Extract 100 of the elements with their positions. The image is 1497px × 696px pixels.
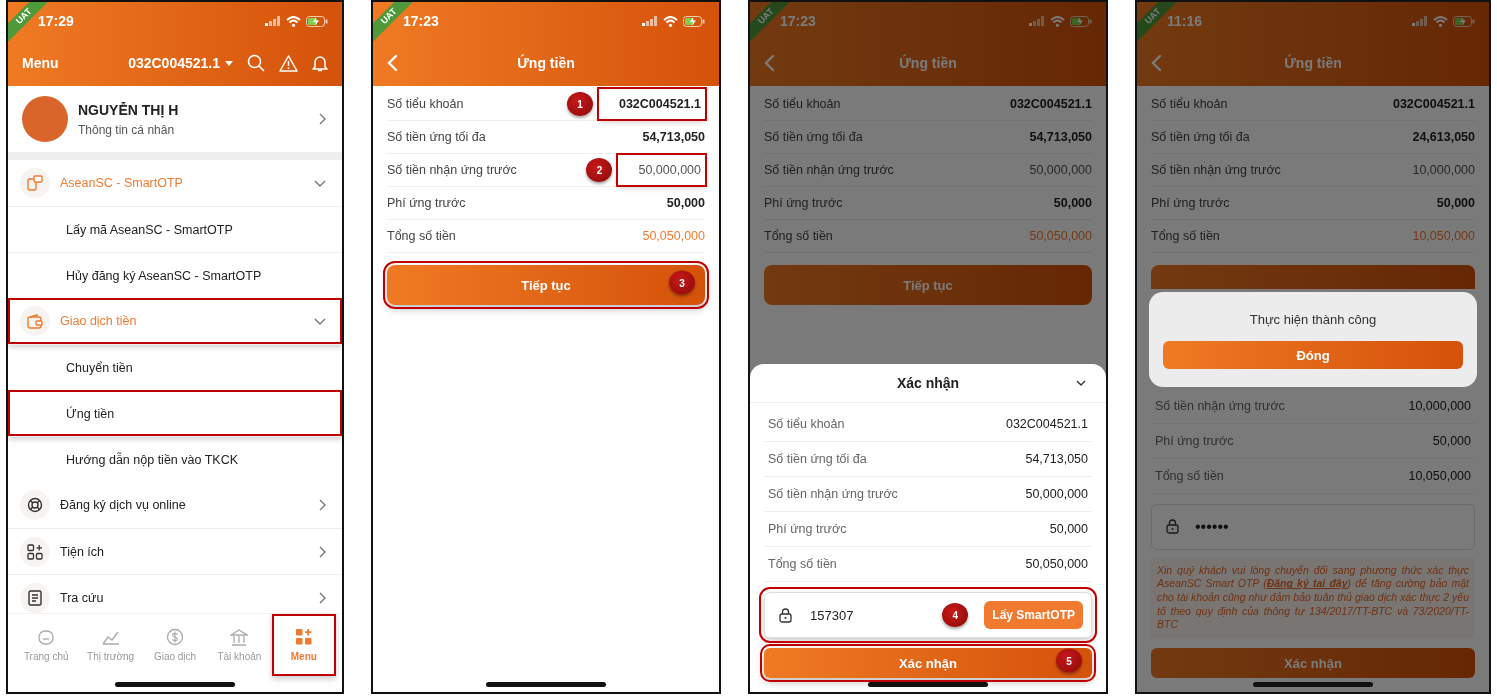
document-icon	[28, 589, 42, 606]
wallet-icon	[27, 313, 43, 329]
nav-subitem[interactable]: Ứng tiền	[8, 390, 342, 436]
field-label: Số tiền nhận ứng trước	[764, 163, 895, 177]
menu-item-label: Đăng ký dịch vụ online	[60, 498, 187, 512]
tab-item[interactable]: Thị trường	[78, 614, 143, 676]
otp-input[interactable]: 157307	[808, 606, 927, 624]
lock-icon	[1166, 519, 1179, 535]
confirm-button[interactable]: Xác nhận	[1151, 648, 1475, 678]
chevron-down-icon	[314, 317, 326, 325]
field-value: 50,000,000	[1025, 487, 1088, 501]
nav-group-item[interactable]: Đăng ký dịch vụ online	[8, 482, 342, 528]
profile-subtitle: Thông tin cá nhân	[78, 122, 176, 137]
tab-item[interactable]: Tài khoản	[207, 614, 272, 676]
field-value: 54,713,050	[1025, 452, 1088, 466]
wifi-icon	[286, 15, 301, 27]
field-value: 50,000	[1436, 196, 1475, 210]
lifebuoy-icon	[27, 497, 43, 513]
step-marker: 4	[942, 603, 969, 627]
notice-text: Xin quý khách vui lòng chuyển đổi sang phương thức xác thực AseanSC Smart OTP (Đăng ký tại đây) để tăng cường bảo mật cho tài khoản cũng như đảm bảo tuân thủ giao dịch xác thực 2 yếu tố theo quy định của thông tư 134/2017/TT-BTC và 73/2020/TT-BTC	[1151, 557, 1475, 638]
chevron-down-icon[interactable]	[1076, 380, 1086, 386]
tab-item[interactable]: Trang chủ	[14, 614, 79, 676]
back-icon[interactable]	[387, 54, 398, 72]
chevron-right-icon	[319, 113, 326, 125]
field-label: Số tiền ứng tối đa	[768, 452, 867, 466]
field-label: Phí ứng trước	[1151, 196, 1231, 210]
amount-field[interactable]: 50,000,000	[618, 155, 705, 185]
nav-group-item[interactable]: AseanSC - SmartOTP	[8, 160, 342, 206]
grid-plus-icon	[294, 628, 313, 646]
nav-group-item[interactable]: Tiện ích	[8, 528, 342, 574]
account-selector[interactable]: 032C004521.1	[128, 55, 233, 71]
amount-field[interactable]: 10,000,000	[1412, 163, 1475, 177]
field-value: 50,000	[1049, 522, 1088, 536]
field-label: Số tiểu khoản	[387, 97, 465, 111]
nav-group-item[interactable]: Giao dịch tiền	[8, 298, 342, 344]
home-icon	[37, 628, 56, 646]
field-label: Số tiểu khoản	[768, 417, 845, 431]
menu-item-label: Giao dịch tiền	[60, 314, 138, 328]
profile-row[interactable]: NGUYỄN THỊ H Thông tin cá nhân	[8, 86, 342, 152]
battery-icon	[1453, 15, 1475, 27]
field-label: Tổng số tiền	[1155, 468, 1224, 483]
field-value: 10,050,000	[1412, 229, 1475, 243]
register-link[interactable]: Đăng ký tại đây	[1266, 577, 1348, 590]
back-icon[interactable]	[1151, 54, 1162, 72]
field-label: Số tiền nhận ứng trước	[387, 163, 518, 177]
nav-subitem[interactable]: Hướng dẫn nộp tiền vào TKCK	[8, 436, 342, 482]
grid-plus-icon	[27, 543, 43, 560]
warning-icon[interactable]	[279, 54, 298, 72]
menu-item-label: Tiện ích	[60, 544, 105, 559]
header-title: Ứng tiền	[517, 55, 575, 71]
field-label: Phí ứng trước	[764, 196, 844, 210]
status-time: 11:16	[1167, 13, 1203, 29]
field-label: Số tiền ứng tối đa	[387, 130, 487, 144]
signal-icon	[642, 16, 658, 26]
password-field[interactable]: ••••••	[1151, 503, 1475, 550]
field-label: Số tiểu khoản	[1151, 97, 1229, 111]
menu-item-label: Tra cứu	[60, 590, 105, 605]
field-label: Tổng số tiền	[768, 557, 837, 571]
chevron-right-icon	[319, 499, 326, 511]
field-label: Tổng số tiền	[1151, 229, 1221, 243]
header-title: Menu	[22, 55, 59, 71]
nav-subitem[interactable]: Hủy đăng ký AseanSC - SmartOTP	[8, 252, 342, 298]
battery-icon	[1070, 15, 1092, 27]
field-label: Tổng số tiền	[387, 229, 457, 243]
battery-icon	[306, 15, 328, 27]
lock-icon	[779, 607, 792, 623]
search-icon[interactable]	[247, 54, 265, 72]
battery-icon	[683, 15, 705, 27]
field-value: 032C004521.1	[1005, 417, 1088, 431]
bell-icon[interactable]	[312, 54, 328, 72]
field-value: 50,000	[666, 196, 705, 210]
step-marker: 3	[669, 270, 695, 295]
menu-item-label: AseanSC - SmartOTP	[60, 176, 184, 190]
get-otp-button[interactable]: Lấy SmartOTP	[984, 601, 1083, 629]
nav-subitem[interactable]: Chuyển tiền	[8, 344, 342, 390]
step-marker: 1	[566, 92, 593, 116]
field-value: 032C004521.1	[598, 89, 705, 119]
field-label: Phí ứng trước	[1155, 433, 1234, 448]
field-value: 24,613,050	[1412, 130, 1475, 144]
close-button[interactable]: Đóng	[1163, 341, 1463, 369]
field-value: 54,713,050	[642, 130, 705, 144]
continue-button[interactable]: Tiếp tục	[764, 265, 1092, 305]
caret-icon	[225, 60, 233, 66]
status-time: 17:29	[38, 13, 74, 29]
tab-item[interactable]: Menu	[271, 614, 337, 676]
nav-group-item[interactable]: Tra cứu	[8, 574, 342, 613]
tab-item[interactable]: Giao dịch	[142, 614, 208, 676]
field-value: 032C004521.1	[1392, 97, 1475, 111]
signal-icon	[265, 16, 281, 26]
nav-subitem[interactable]: Lấy mã AseanSC - SmartOTP	[8, 206, 342, 252]
phone-otp-icon	[27, 175, 43, 191]
field-label: Số tiền nhận ứng trước	[1155, 398, 1285, 413]
dialog-message: Thực hiện thành công	[1249, 312, 1377, 327]
field-value: 10,000,000	[1408, 398, 1471, 413]
field-value: 50,050,000	[1025, 557, 1088, 571]
field-value: 10,050,000	[1408, 468, 1471, 483]
field-label: Số tiền nhận ứng trước	[1151, 163, 1282, 177]
dollar-circle-icon	[166, 628, 184, 646]
field-value: 50,000	[1432, 433, 1471, 448]
back-icon[interactable]	[764, 54, 775, 72]
